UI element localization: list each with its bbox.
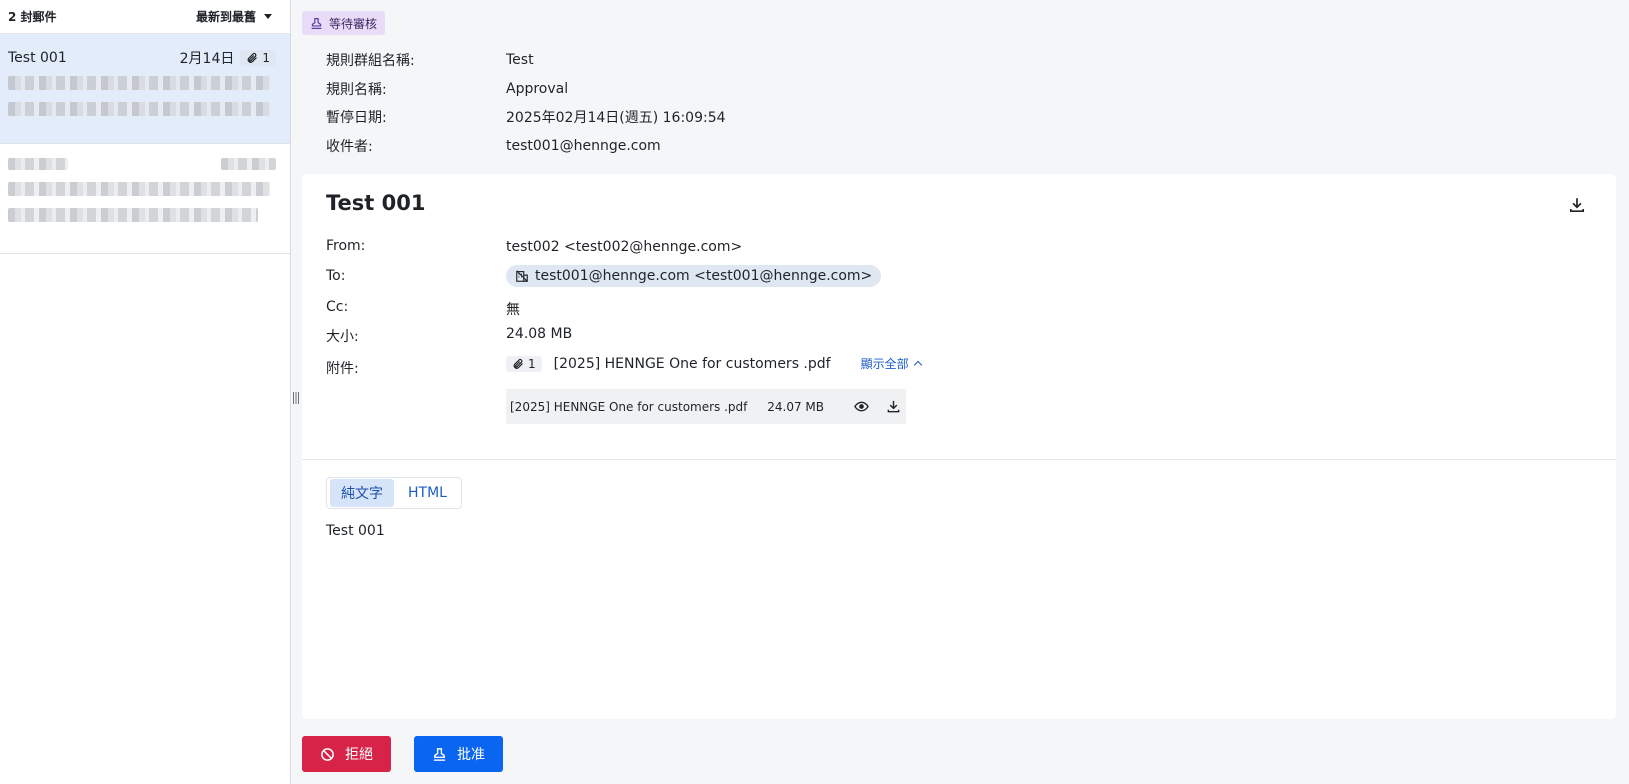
approve-label: 批准 (457, 747, 485, 763)
hold-date-value: 2025年02月14日(週五) 16:09:54 (506, 110, 726, 127)
list-header: 2 封郵件 最新到最舊 (0, 0, 290, 34)
cc-value: 無 (506, 302, 520, 318)
from-key: From: (326, 238, 366, 254)
recipient-key: 收件者: (326, 138, 373, 155)
message-title: Test 001 (326, 191, 426, 215)
sort-dropdown[interactable]: 最新到最舊 (196, 8, 272, 25)
size-value: 24.08 MB (506, 326, 573, 342)
rule-name-key: 規則名稱: (326, 81, 387, 98)
status-label: 等待審核 (329, 16, 378, 31)
attachment-file-name: [2025] HENNGE One for customers .pdf (510, 399, 748, 414)
list-item-subject: Test 001 (8, 50, 67, 66)
list-item[interactable]: Test 001 2月14日 1 (0, 34, 290, 144)
cc-key: Cc: (326, 299, 349, 315)
redacted-preview (8, 102, 270, 116)
attachment-file-size: 24.07 MB (767, 399, 824, 414)
tab-plain-text[interactable]: 純文字 (330, 479, 394, 507)
message-body: Test 001 (326, 523, 385, 539)
attachment-count-badge: 1 (240, 50, 276, 66)
stamp-icon (433, 747, 446, 761)
sort-label: 最新到最舊 (195, 10, 256, 24)
recipient-chip[interactable]: test001@hennge.com <test001@hennge.com> (506, 265, 882, 287)
from-value: test002 <test002@hennge.com> (506, 239, 743, 255)
download-icon (887, 400, 899, 413)
stamp-icon (311, 17, 322, 29)
recipient-value: test001@hennge.com (506, 137, 661, 154)
message-card: Test 001 From: test002 <test002@hennge.c… (302, 174, 1616, 719)
rule-name-value: Approval (506, 80, 569, 97)
divider (302, 459, 1616, 460)
show-all-toggle[interactable]: 顯示全部 (860, 355, 922, 372)
list-item-date: 2月14日 (179, 51, 235, 67)
redacted-preview (8, 76, 270, 90)
paperclip-icon (248, 52, 258, 63)
hold-date-key: 暫停日期: (326, 110, 387, 127)
download-attachment-button[interactable] (884, 398, 902, 416)
attachment-count: 1 (528, 356, 536, 371)
reject-label: 拒絕 (345, 747, 373, 763)
show-all-label: 顯示全部 (860, 357, 909, 371)
body-format-tabs: 純文字 HTML (326, 477, 462, 509)
attachment-key: 附件: (326, 361, 359, 377)
tab-html[interactable]: HTML (397, 481, 458, 505)
hold-details: 規則群組名稱: Test 規則名稱: Approval 暫停日期: 2025年02月1… (326, 46, 726, 160)
rule-group-key: 規則群組名稱: (326, 53, 415, 70)
download-icon[interactable] (1568, 196, 1586, 214)
size-key: 大小: (326, 329, 359, 345)
attachment-file-row: [2025] HENNGE One for customers .pdf 24.… (506, 389, 906, 424)
pane-resize-handle[interactable] (293, 392, 299, 404)
status-badge: 等待審核 (302, 11, 386, 35)
to-key: To: (326, 268, 346, 284)
building-icon (516, 270, 528, 282)
paperclip-icon (513, 358, 523, 369)
redacted-subject (8, 158, 68, 170)
attachment-count-badge: 1 (506, 355, 542, 372)
prohibited-icon (321, 747, 334, 761)
redacted-preview (8, 208, 258, 222)
attachment-count: 1 (262, 51, 270, 65)
chevron-up-icon (913, 360, 922, 370)
rule-group-value: Test (506, 52, 534, 69)
redacted-preview (8, 182, 270, 196)
reject-button[interactable]: 拒絕 (302, 736, 391, 772)
message-list-pane: 2 封郵件 最新到最舊 Test 001 2月14日 1 (0, 0, 291, 784)
eye-icon (853, 401, 869, 412)
preview-button[interactable] (852, 398, 870, 416)
list-item[interactable] (0, 144, 290, 254)
chevron-down-icon (264, 14, 272, 19)
attachment-name: [2025] HENNGE One for customers .pdf (553, 355, 831, 372)
to-value: test001@hennge.com <test001@hennge.com> (535, 268, 873, 284)
approve-button[interactable]: 批准 (414, 736, 503, 772)
redacted-date (221, 158, 276, 170)
message-count: 2 封郵件 (8, 10, 57, 24)
